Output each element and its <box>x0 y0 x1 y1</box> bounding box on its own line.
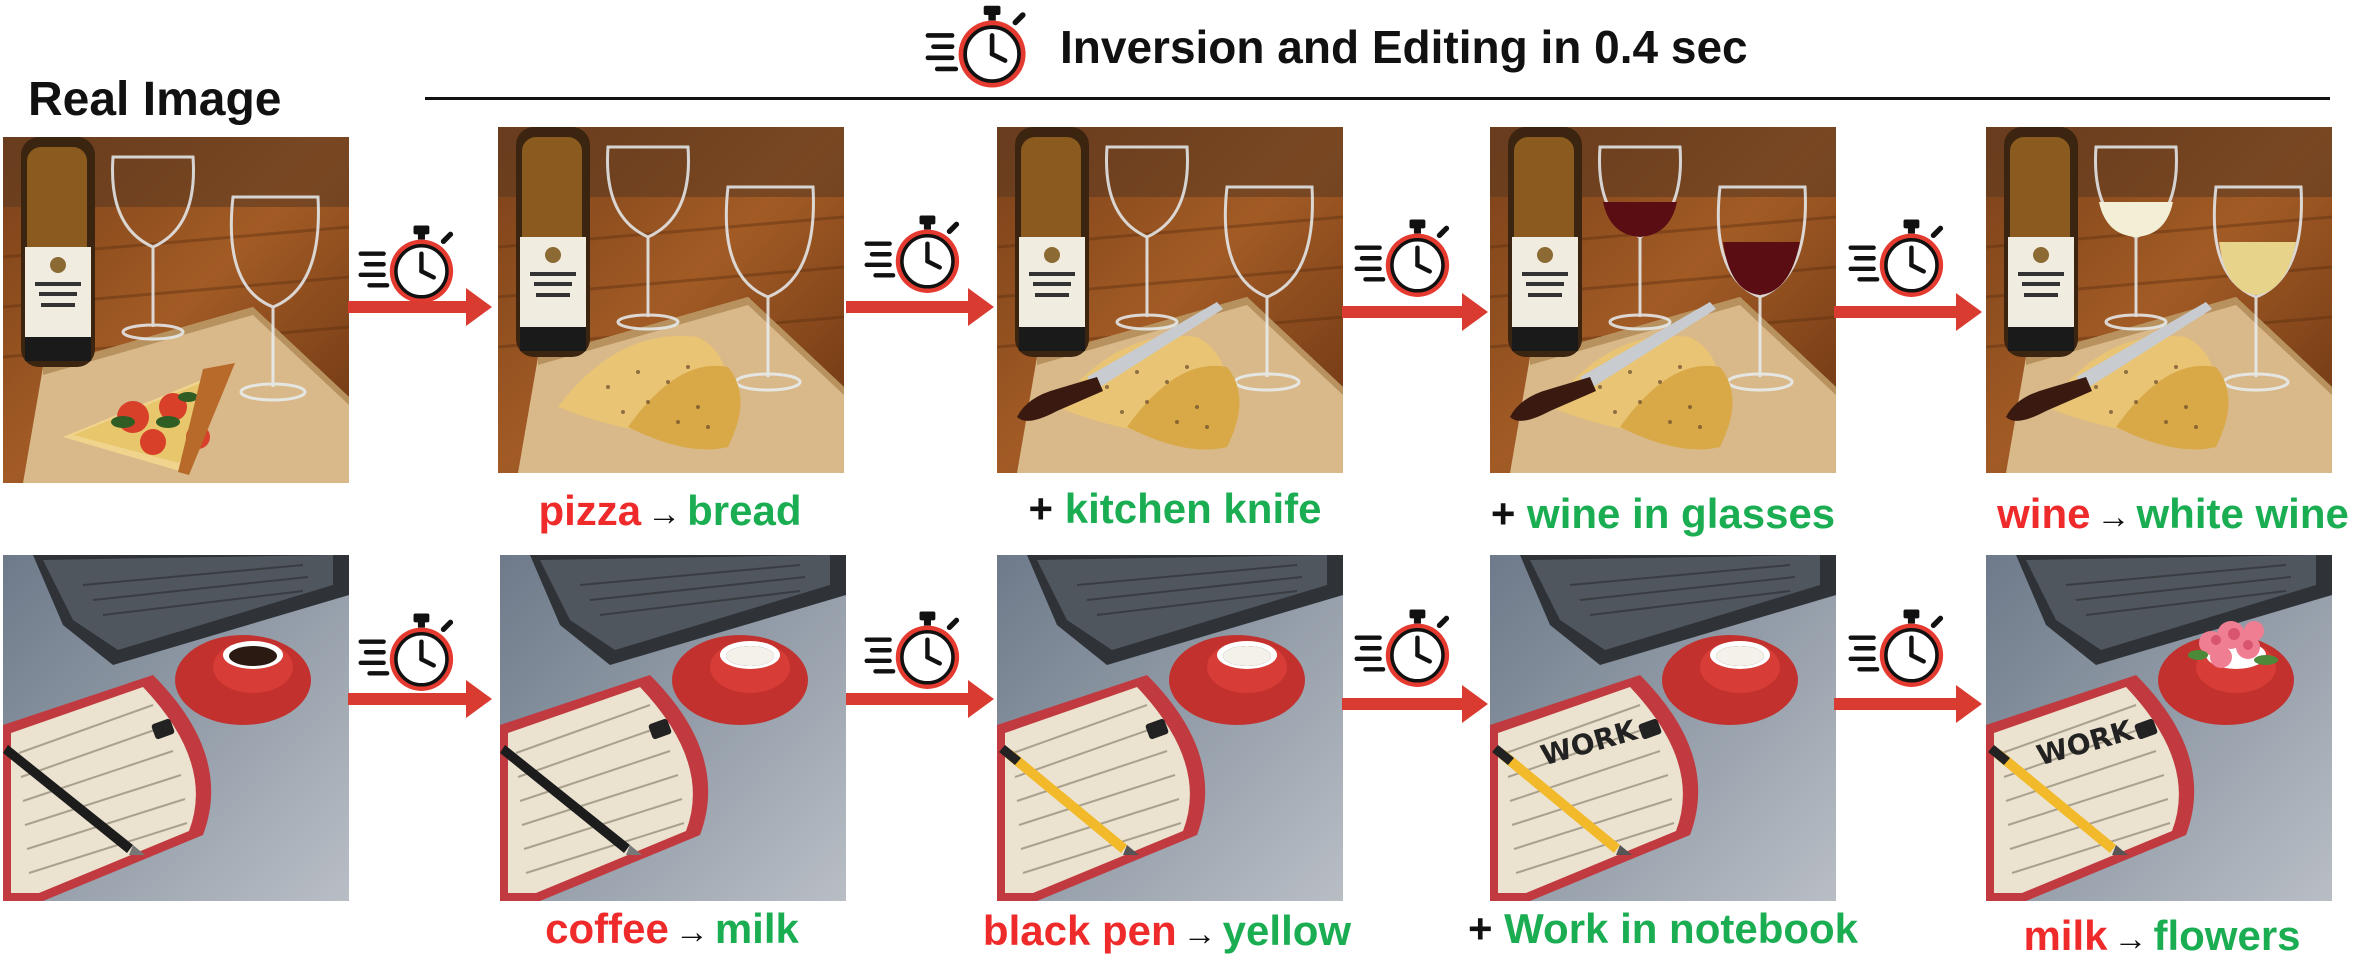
edited-image-bread <box>498 127 844 473</box>
real-image-label: Real Image <box>28 73 282 126</box>
caption-coffee-to-milk: coffee → milk <box>545 905 799 952</box>
header-title: Inversion and Editing in 0.4 sec <box>1060 21 1748 73</box>
edited-image-white-wine <box>1986 127 2332 473</box>
right-arrow-icon <box>1342 293 1488 331</box>
caption-pizza-to-bread: pizza → bread <box>538 487 802 534</box>
stopwatch-speed-icon <box>1352 606 1460 694</box>
stopwatch-speed-icon <box>1846 216 1954 304</box>
edited-image-red-wine <box>1490 127 1836 473</box>
right-arrow-icon <box>1834 685 1982 723</box>
edited-image-work-notebook: WORK <box>1490 555 1836 901</box>
edited-image-knife <box>997 127 1343 473</box>
stopwatch-speed-icon <box>356 610 464 698</box>
real-image-wine-pizza <box>3 137 349 483</box>
edited-image-flowers: WORK <box>1986 555 2332 901</box>
stopwatch-speed-icon <box>924 2 1036 95</box>
caption-add-kitchen-knife: + kitchen knife <box>1028 485 1322 532</box>
right-arrow-icon <box>1342 685 1488 723</box>
stopwatch-speed-icon <box>862 212 970 300</box>
caption-add-wine-in-glasses: + wine in glasses <box>1490 490 1836 537</box>
right-arrow-icon <box>1834 293 1982 331</box>
edited-image-yellow-pen <box>997 555 1343 901</box>
real-image-desk <box>3 555 349 901</box>
right-arrow-icon <box>348 680 492 718</box>
stopwatch-speed-icon <box>862 608 970 696</box>
header-divider <box>425 97 2330 100</box>
right-arrow-icon <box>846 680 994 718</box>
right-arrow-icon <box>348 288 492 326</box>
stopwatch-speed-icon <box>356 222 464 310</box>
caption-add-work-in-notebook: + Work in notebook <box>1467 905 1859 952</box>
edited-image-milk <box>500 555 846 901</box>
caption-black-pen-to-yellow: black pen → yellow <box>982 907 1352 954</box>
stopwatch-speed-icon <box>1352 216 1460 304</box>
right-arrow-icon <box>846 288 994 326</box>
stopwatch-speed-icon <box>1846 606 1954 694</box>
caption-wine-to-white-wine: wine → white wine <box>1997 490 2349 537</box>
caption-milk-to-flowers: milk → flowers <box>2023 912 2301 959</box>
